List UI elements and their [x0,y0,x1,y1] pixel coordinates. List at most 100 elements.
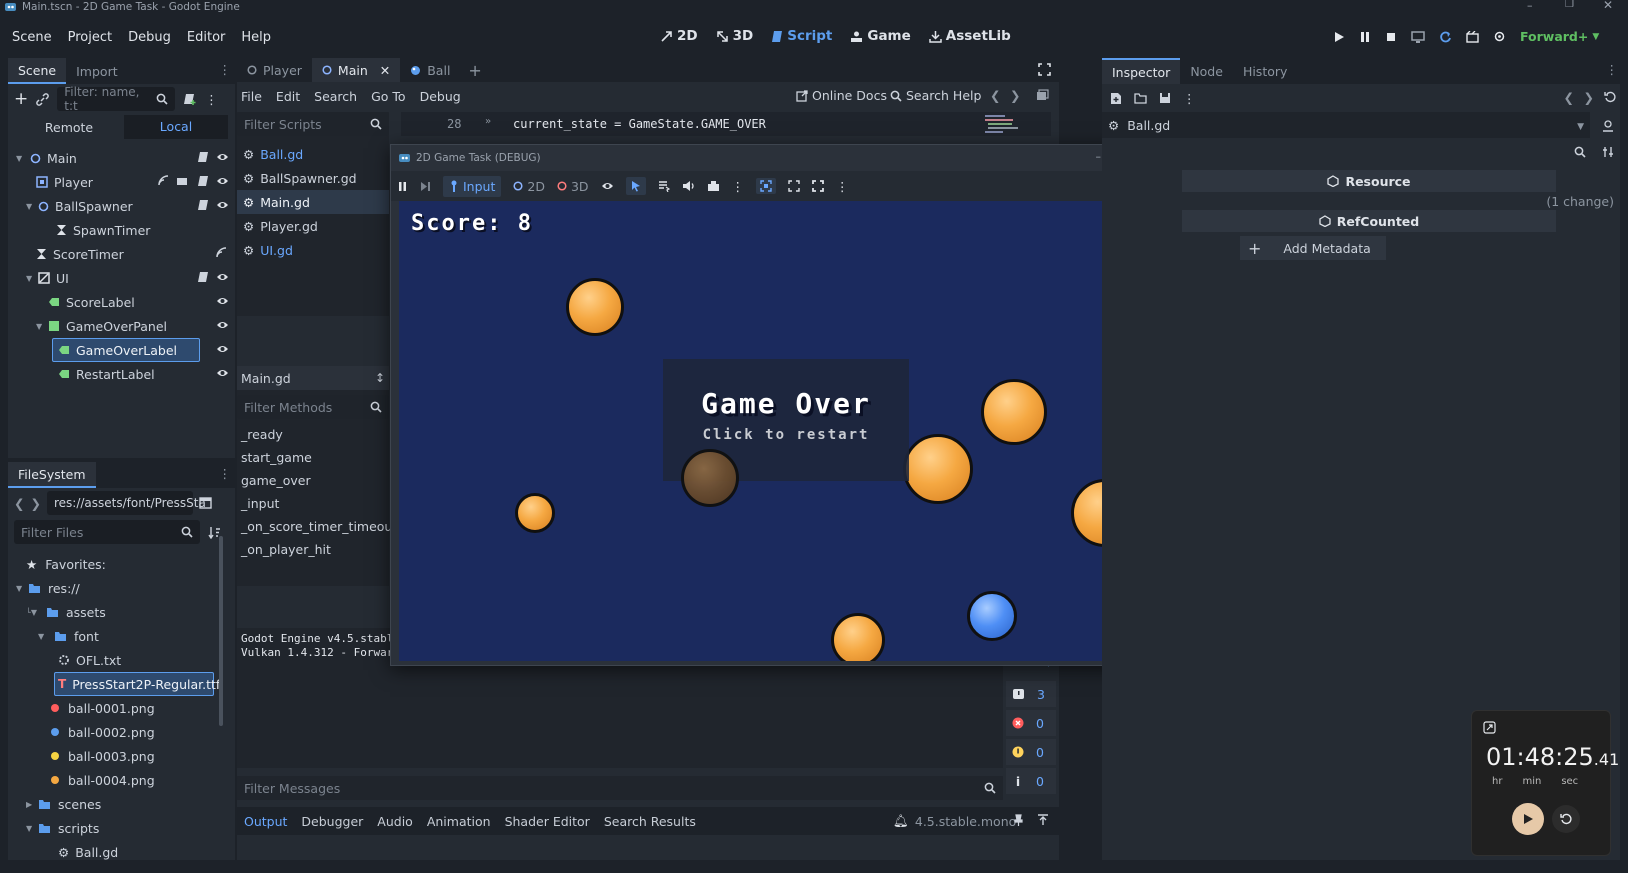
script-menu-debug[interactable]: Debug [420,89,461,104]
forward-arrow-icon[interactable]: ❯ [30,496,40,511]
tree-node-gameoverlabel[interactable]: GameOverLabel [8,338,235,362]
file-ball-0002[interactable]: ball-0002.png [8,720,235,744]
visibility-eye-icon[interactable] [216,367,229,379]
tab-filesystem[interactable]: FileSystem [8,462,96,488]
tree-node-main[interactable]: ▼ Main [8,146,235,170]
select-cursor-icon[interactable] [625,177,646,195]
play-icon[interactable] [1333,31,1345,43]
scene-tab-ball[interactable]: Ball [400,58,460,82]
signal-icon[interactable] [216,247,227,258]
file-ball-0001[interactable]: ball-0001.png [8,696,235,720]
script-item-ball[interactable]: ⚙ Ball.gd [237,142,389,166]
list-select-icon[interactable] [658,180,670,192]
back-arrow-icon[interactable]: ❮ [14,496,24,511]
minimize-window-button[interactable]: – [1527,0,1533,12]
script-item-ballspawner[interactable]: ⚙ BallSpawner.gd [237,166,389,190]
dock-menu-icon[interactable]: ⋮ [1606,62,1619,77]
history-forward-icon[interactable]: ❯ [1584,90,1594,105]
messages-filter-button[interactable]: 3 [1006,681,1056,707]
workspace-assetlib-button[interactable]: AssetLib [929,28,1011,44]
file-filter-input[interactable]: Filter Files [14,520,200,544]
menu-scene[interactable]: Scene [12,30,52,45]
menu-editor[interactable]: Editor [187,30,225,45]
tab-debugger[interactable]: Debugger [294,814,370,829]
visibility-eye-icon[interactable] [601,180,614,192]
tree-node-restartlabel[interactable]: RestartLabel [8,362,235,386]
history-forward-icon[interactable]: ❯ [1010,88,1020,103]
tree-node-scoretimer[interactable]: ScoreTimer [8,242,235,266]
method-item[interactable]: _input [241,496,389,519]
add-node-icon[interactable]: + [14,89,28,109]
folder-scenes[interactable]: ▶ scenes [8,792,235,816]
path-input[interactable]: res://assets/font/PressSta [46,491,206,515]
distraction-free-icon[interactable] [1038,63,1051,76]
expand-panel-icon[interactable] [1037,814,1049,826]
timer-reset-button[interactable] [1552,805,1580,833]
file-font-selected[interactable]: T PressStart2P-Regular.ttf [8,672,235,696]
refcounted-section[interactable]: RefCounted [1182,210,1556,232]
script-menu-edit[interactable]: Edit [276,89,300,104]
minimize-game-button[interactable]: – [1096,150,1102,163]
fullscreen-icon[interactable] [812,180,824,192]
recent-history-icon[interactable] [1604,91,1616,103]
scene-menu-icon[interactable]: ⋮ [205,92,218,107]
workspace-game-button[interactable]: Game [850,28,911,44]
info-filter-button[interactable]: i0 [1006,768,1056,794]
menu-help[interactable]: Help [241,30,271,45]
stretch-icon[interactable] [788,180,800,192]
resource-selector[interactable]: ⚙ Ball.gd ▼ [1102,112,1590,138]
remote-debug-icon[interactable] [1411,30,1425,43]
input-mode-button[interactable]: Input [443,175,502,197]
speaker-icon[interactable] [682,180,695,192]
close-icon[interactable]: ✕ [380,63,390,78]
tab-node[interactable]: Node [1180,58,1233,84]
script-menu-search[interactable]: Search [314,89,357,104]
fit-view-icon[interactable] [756,178,777,194]
folder-res[interactable]: ▼ res:// [8,576,235,600]
more-options-icon[interactable]: ⋮ [836,179,849,194]
local-button[interactable]: Local [124,115,228,139]
pin-icon[interactable] [1013,814,1024,827]
tab-output[interactable]: Output [237,814,294,829]
tab-audio[interactable]: Audio [370,814,420,829]
notification-bell-icon[interactable]: 🔔︎ [893,813,909,829]
timer-play-button[interactable] [1512,803,1544,835]
script-menu-goto[interactable]: Go To [371,89,405,104]
visibility-eye-icon[interactable] [216,271,229,283]
tab-history[interactable]: History [1233,58,1297,84]
maximize-window-button[interactable]: ❐ [1565,0,1574,10]
attach-script-icon[interactable] [183,92,197,106]
sort-icon[interactable]: ↕ [375,371,385,385]
online-docs-button[interactable]: Online Docs [796,88,887,103]
history-back-icon[interactable]: ❮ [990,88,1000,103]
method-item[interactable]: _on_player_hit [241,542,389,565]
script-item-main[interactable]: ⚙ Main.gd [237,190,389,214]
tree-node-ui[interactable]: ▼ UI [8,266,235,290]
clapper-icon[interactable] [176,175,188,186]
file-ball-0003[interactable]: ball-0003.png [8,744,235,768]
script-attached-icon[interactable] [197,199,208,211]
method-item[interactable]: _on_score_timer_timeout [241,519,397,542]
tree-node-player[interactable]: Player [8,170,235,194]
tab-search-results[interactable]: Search Results [597,814,703,829]
scene-tab-main[interactable]: Main ✕ [311,58,401,82]
visibility-eye-icon[interactable] [216,199,229,211]
filter-messages-input[interactable]: Filter Messages [237,776,1003,800]
stop-icon[interactable] [1385,31,1397,43]
script-item-ui[interactable]: ⚙ UI.gd [237,238,389,262]
debug-options-icon[interactable] [1493,30,1506,43]
add-tab-icon[interactable]: + [468,61,481,80]
tab-animation[interactable]: Animation [420,814,498,829]
code-minimap[interactable] [985,114,1019,136]
window-toggle-icon[interactable] [1036,89,1049,101]
favorites-item[interactable]: ★ Favorites: [8,552,235,576]
visibility-eye-icon[interactable] [216,175,229,187]
more-options-icon[interactable]: ⋮ [1183,91,1196,106]
resource-section[interactable]: Resource [1182,170,1556,192]
tree-node-gameoverpanel[interactable]: ▼ GameOverPanel [8,314,235,338]
remote-button[interactable]: Remote [14,120,124,135]
scene-filter-input[interactable]: Filter: name, t:t [57,85,176,113]
workspace-2d-button[interactable]: 2D [660,28,698,44]
camera-icon[interactable] [707,180,720,192]
next-frame-icon[interactable] [420,181,431,192]
